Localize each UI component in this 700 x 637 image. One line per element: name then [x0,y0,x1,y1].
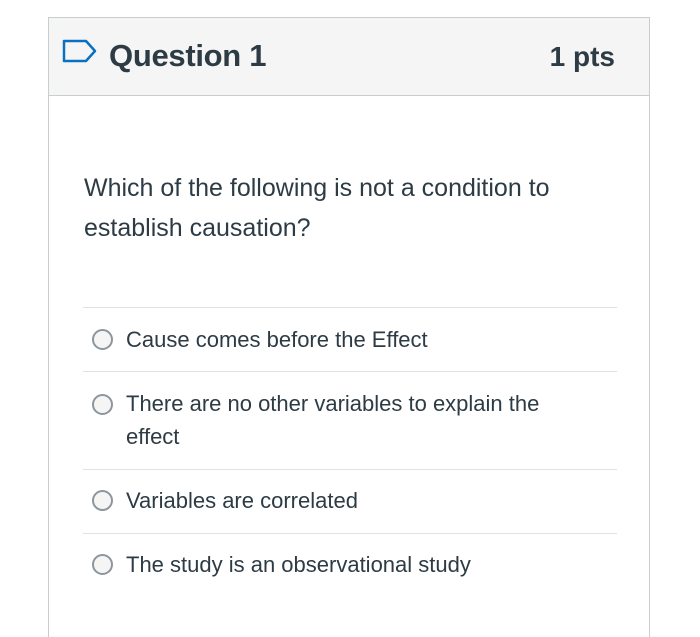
question-title: Question 1 [109,38,267,73]
radio-button[interactable] [92,490,113,511]
question-card: Question 1 1 pts Which of the following … [48,17,650,637]
radio-button[interactable] [92,329,113,350]
answer-label: Variables are correlated [126,488,358,513]
radio-button[interactable] [92,554,113,575]
question-points: 1 pts [549,41,615,72]
answer-label: Cause comes before the Effect [126,327,428,352]
answer-option[interactable]: Variables are correlated [83,469,617,533]
answer-option[interactable]: The study is an observational study [83,533,617,597]
answer-label: There are no other variables to explain … [126,391,540,449]
flag-outline-icon[interactable] [62,39,98,63]
answer-list: Cause comes before the Effect There are … [83,307,617,597]
answer-option[interactable]: Cause comes before the Effect [83,307,617,371]
answer-option[interactable]: There are no other variables to explain … [83,371,617,469]
question-text: Which of the following is not a conditio… [84,174,550,242]
question-header: Question 1 1 pts [49,18,649,96]
answer-label: The study is an observational study [126,552,471,577]
radio-button[interactable] [92,394,113,415]
